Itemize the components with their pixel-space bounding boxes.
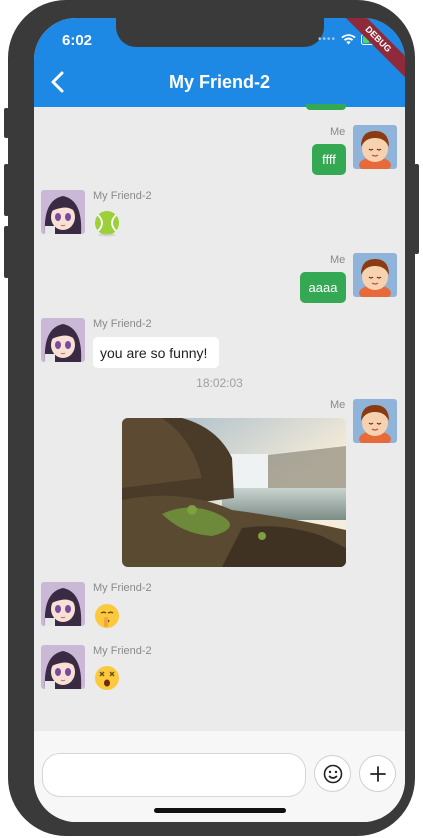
boy-avatar-icon <box>353 125 397 169</box>
friend-avatar[interactable] <box>41 318 85 362</box>
anime-girl-avatar-icon <box>41 645 85 689</box>
friend-avatar[interactable] <box>41 582 85 626</box>
message-input[interactable] <box>42 753 306 797</box>
add-attachment-button[interactable] <box>359 755 396 792</box>
friend-avatar[interactable] <box>41 190 85 234</box>
plus-icon <box>369 765 386 782</box>
device-notch <box>116 18 324 47</box>
anime-girl-avatar-icon <box>41 318 85 362</box>
volume-up-button <box>4 164 9 216</box>
my-avatar[interactable] <box>353 399 397 443</box>
app-screen: 6:02 •••• DEBUG My Friend-2 Me ffff My F… <box>34 18 405 822</box>
dizzy-face-icon[interactable] <box>93 664 121 692</box>
signal-icon: •••• <box>317 34 336 45</box>
previous-message-bubble <box>306 104 346 110</box>
message-sender: Me <box>330 126 346 138</box>
phone-frame: 6:02 •••• DEBUG My Friend-2 Me ffff My F… <box>4 0 419 836</box>
message-timestamp: 18:02:03 <box>196 376 243 390</box>
boy-avatar-icon <box>353 253 397 297</box>
message-sender: Me <box>330 399 346 411</box>
home-indicator <box>154 808 286 813</box>
power-button <box>414 164 419 254</box>
my-avatar[interactable] <box>353 253 397 297</box>
shushing-face-icon[interactable] <box>93 602 121 630</box>
message-sender: My Friend-2 <box>93 318 152 330</box>
anime-girl-avatar-icon <box>41 582 85 626</box>
waterfall-photo[interactable] <box>122 418 346 567</box>
message-bubble-mine[interactable]: aaaa <box>300 272 346 303</box>
boy-avatar-icon <box>353 399 397 443</box>
message-bubble-friend[interactable]: you are so funny! <box>93 337 219 368</box>
my-avatar[interactable] <box>353 125 397 169</box>
status-time: 6:02 <box>62 32 93 49</box>
message-sender: Me <box>330 254 346 266</box>
emoji-button[interactable] <box>314 755 351 792</box>
smiley-icon <box>323 764 342 783</box>
tennis-ball-icon[interactable] <box>93 209 121 237</box>
app-bar: 6:02 •••• DEBUG My Friend-2 <box>34 18 405 107</box>
anime-girl-avatar-icon <box>41 190 85 234</box>
mute-switch <box>4 108 9 138</box>
message-bubble-mine[interactable]: ffff <box>312 144 346 175</box>
message-sender: My Friend-2 <box>93 645 152 657</box>
wifi-icon <box>341 34 356 45</box>
volume-down-button <box>4 226 9 278</box>
message-sender: My Friend-2 <box>93 190 152 202</box>
message-sender: My Friend-2 <box>93 582 152 594</box>
friend-avatar[interactable] <box>41 645 85 689</box>
page-title: My Friend-2 <box>168 72 270 92</box>
